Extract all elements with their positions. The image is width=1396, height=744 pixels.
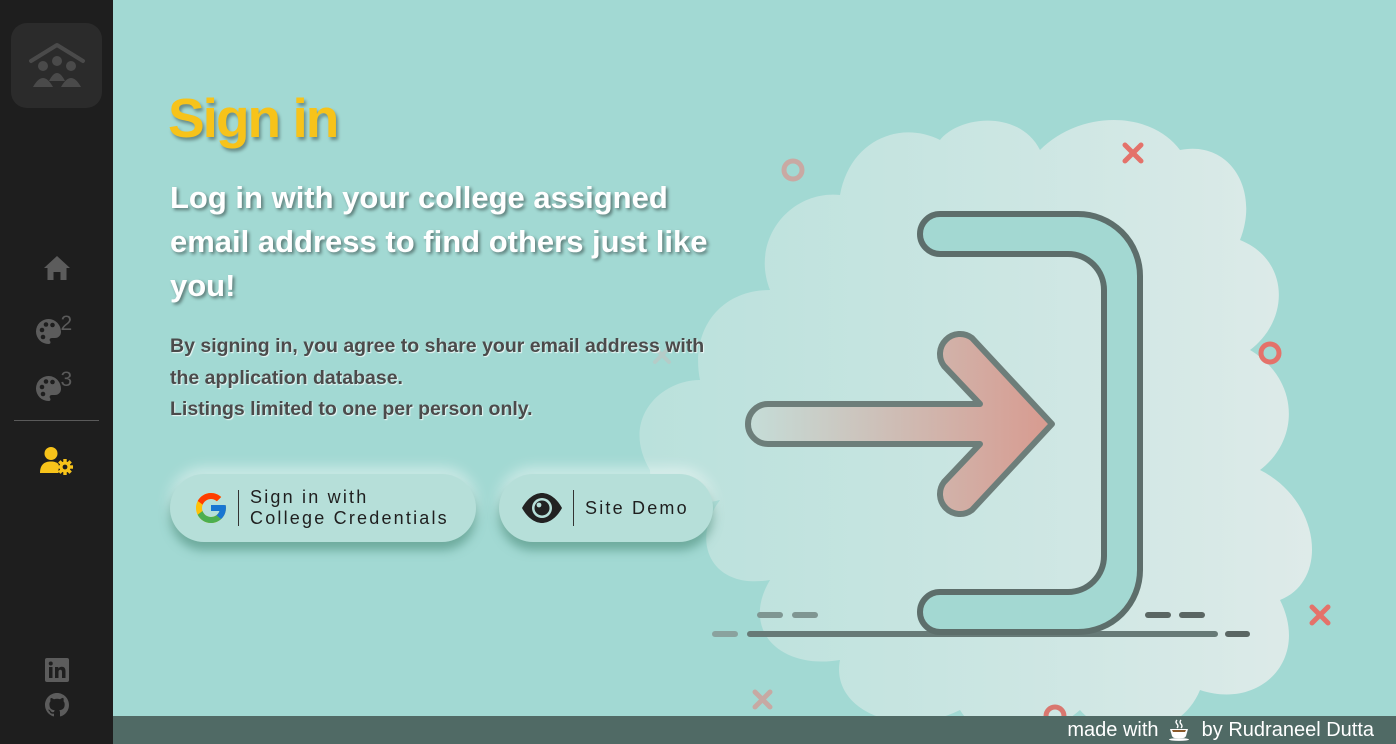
- footer-suffix: by Rudraneel Dutta: [1201, 718, 1374, 741]
- coffee-cup-icon: [1169, 719, 1190, 742]
- ring-decoration: [1258, 341, 1282, 365]
- page-title: Sign in: [168, 87, 339, 149]
- footer-prefix: made with: [1067, 718, 1159, 741]
- page-subtitle: Log in with your college assigned email …: [170, 180, 708, 303]
- x-decoration: [752, 689, 773, 710]
- footer-credit: made with by Rudraneel Dutta: [1067, 719, 1374, 742]
- google-icon: [196, 493, 226, 523]
- button-separator: [573, 490, 574, 526]
- footer: made with by Rudraneel Dutta: [113, 716, 1396, 744]
- consent-note: By signing in, you agree to share your e…: [170, 331, 730, 426]
- google-sign-in-button[interactable]: Sign in with College Credentials: [170, 474, 476, 542]
- google-button-label: Sign in with College Credentials: [250, 487, 449, 528]
- button-separator: [238, 490, 239, 526]
- demo-button-label: Site Demo: [585, 497, 689, 518]
- consent-note-line: Listings limited to one per person only.: [170, 398, 533, 420]
- ring-decoration: [781, 158, 805, 182]
- site-demo-button[interactable]: Site Demo: [499, 474, 713, 542]
- consent-note-line: By signing in, you agree to share your e…: [170, 335, 705, 389]
- eye-icon: [522, 493, 562, 523]
